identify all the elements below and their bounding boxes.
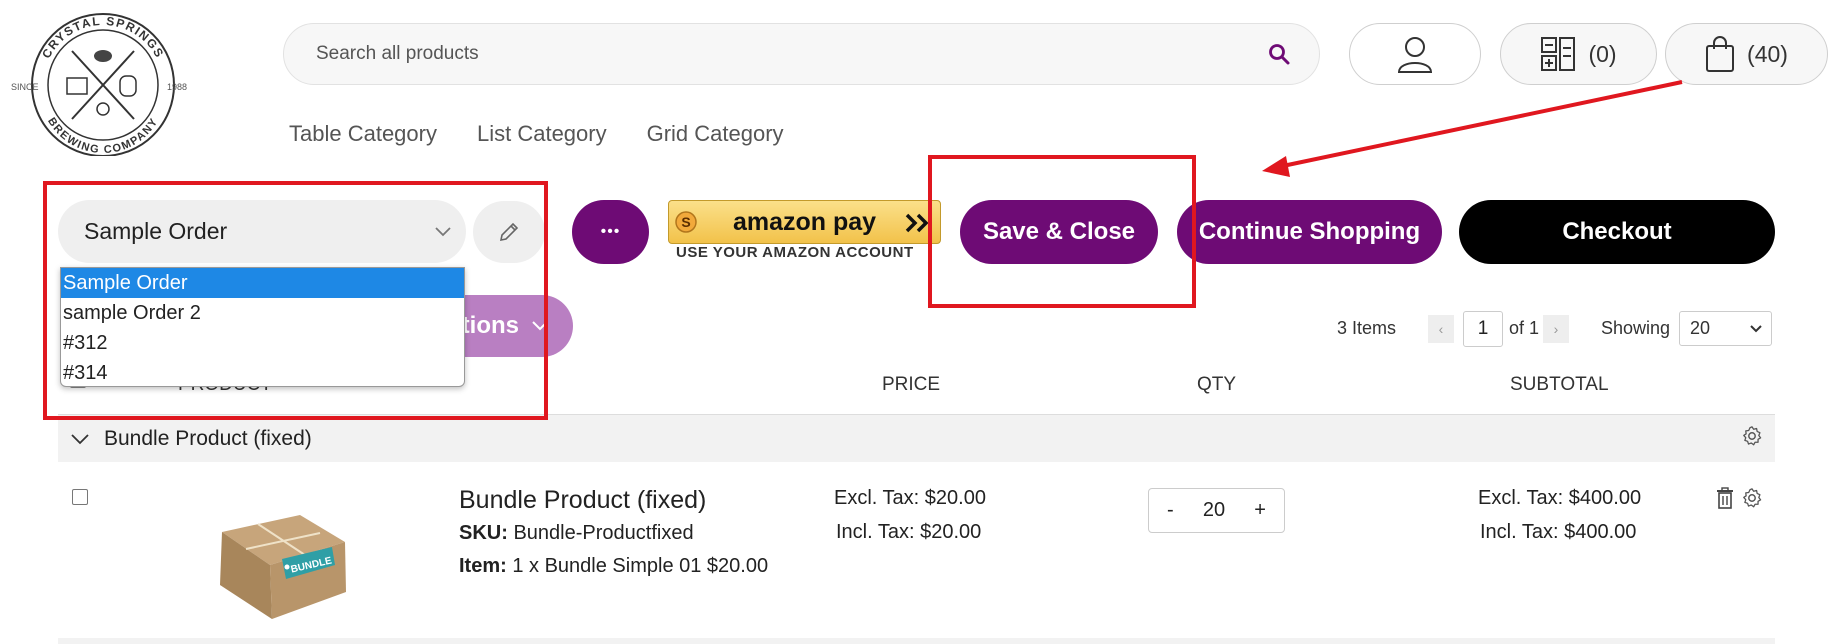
more-options-button[interactable]: ••• — [572, 200, 649, 264]
calculator-icon — [1541, 37, 1576, 71]
page-next-button[interactable]: › — [1543, 315, 1569, 343]
nav-item-grid-category[interactable]: Grid Category — [647, 121, 784, 147]
qty-value[interactable]: 20 — [1203, 499, 1225, 522]
price-excl-tax: Excl. Tax: $20.00 — [834, 487, 986, 509]
subtotal-incl-tax: Incl. Tax: $400.00 — [1480, 521, 1637, 543]
column-header-qty: QTY — [1197, 374, 1237, 395]
column-header-subtotal: SUBTOTAL — [1510, 374, 1609, 395]
items-count: 3 Items — [1337, 318, 1397, 338]
sku-value: Bundle-Productfixed — [513, 522, 694, 544]
more-dots-icon: ••• — [600, 223, 621, 240]
annotation-box-save-close — [928, 155, 1196, 308]
per-page-select[interactable]: 20 — [1679, 311, 1772, 346]
page-prev-button[interactable]: ‹ — [1428, 315, 1454, 343]
trash-icon[interactable] — [1716, 487, 1734, 509]
logo-since: SINCE — [11, 82, 39, 92]
compare-count: (0) — [1588, 40, 1617, 67]
qty-decrement-button[interactable]: - — [1167, 499, 1174, 522]
quantity-stepper: - 20 + — [1148, 488, 1285, 533]
category-nav: Table Category List Category Grid Catego… — [289, 121, 784, 147]
user-icon — [1397, 37, 1433, 73]
continue-shopping-label: Continue Shopping — [1198, 218, 1421, 245]
checkout-label: Checkout — [1562, 218, 1672, 245]
gear-icon[interactable] — [1741, 425, 1763, 447]
chevron-down-icon — [1750, 324, 1762, 332]
product-sku: SKU: Bundle-Productfixed — [459, 522, 694, 545]
page-total: of 1 — [1509, 318, 1540, 338]
nav-item-list-category[interactable]: List Category — [477, 121, 607, 147]
item-value: 1 x Bundle Simple 01 $20.00 — [512, 555, 769, 577]
brand-logo[interactable]: CRYSTAL SPRINGS BREWING COMPANY SINCE 19… — [10, 6, 190, 156]
chevron-down-icon[interactable] — [70, 433, 90, 445]
row-checkbox[interactable] — [72, 489, 88, 505]
continue-shopping-button[interactable]: Continue Shopping — [1177, 200, 1442, 264]
amazon-logo-icon: S — [675, 211, 697, 233]
amazon-pay-button[interactable]: S amazon pay — [668, 200, 941, 244]
search-bar — [283, 23, 1320, 85]
item-label: Item: — [459, 555, 507, 577]
chevron-left-icon: ‹ — [1438, 321, 1444, 337]
subtotal-excl-tax: Excl. Tax: $400.00 — [1478, 487, 1642, 509]
logo-year: 1988 — [167, 82, 187, 92]
search-icon[interactable] — [1267, 42, 1291, 66]
product-item: Item: 1 x Bundle Simple 01 $20.00 — [459, 555, 768, 578]
sku-label: SKU: — [459, 522, 508, 544]
price-incl-tax: Incl. Tax: $20.00 — [836, 521, 982, 543]
amazon-pay-subtext: USE YOUR AMAZON ACCOUNT — [676, 244, 914, 261]
showing-label: Showing — [1601, 318, 1671, 338]
shopping-bag-icon — [1706, 36, 1735, 72]
gear-icon[interactable] — [1741, 487, 1763, 509]
cart-count: (40) — [1747, 40, 1788, 67]
checkout-button[interactable]: Checkout — [1459, 200, 1775, 264]
svg-text:S: S — [681, 214, 690, 230]
next-row-band — [58, 638, 1775, 644]
column-header-price: PRICE — [882, 374, 941, 395]
group-label: Bundle Product (fixed) — [104, 426, 312, 450]
annotation-box-order-select — [43, 181, 548, 420]
product-name[interactable]: Bundle Product (fixed) — [459, 486, 706, 515]
nav-item-table-category[interactable]: Table Category — [289, 121, 437, 147]
search-input[interactable] — [314, 42, 1267, 66]
page-number-input[interactable] — [1463, 311, 1503, 347]
product-image[interactable]: BUNDLE — [200, 487, 360, 627]
qty-increment-button[interactable]: + — [1254, 499, 1266, 522]
chevron-right-icon: › — [1553, 321, 1559, 337]
annotation-arrow — [1262, 80, 1683, 177]
per-page-value: 20 — [1690, 318, 1711, 338]
bundle-group-row[interactable]: Bundle Product (fixed) — [58, 414, 1775, 462]
amazon-pay-label: amazon pay — [732, 207, 877, 236]
